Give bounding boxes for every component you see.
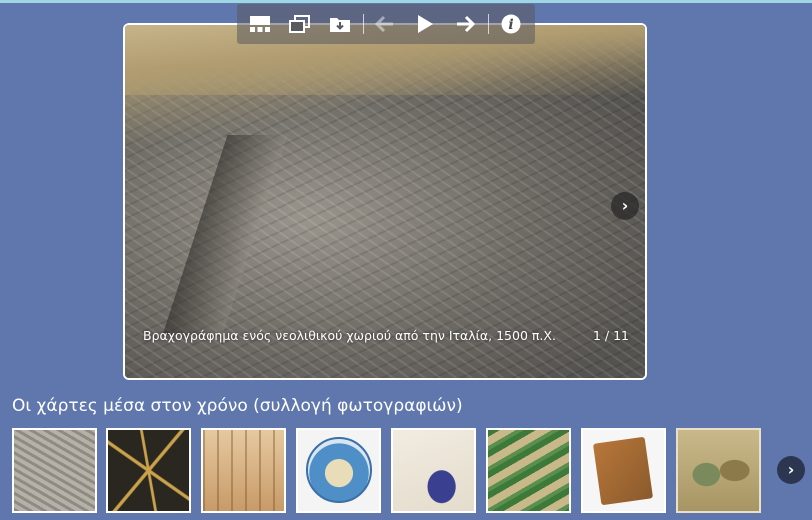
thumbnail-6[interactable] bbox=[486, 428, 571, 513]
top-accent-line bbox=[0, 0, 812, 3]
arrow-left-icon bbox=[374, 15, 393, 33]
toolbar-separator bbox=[363, 14, 364, 34]
globe-map-image bbox=[306, 437, 372, 503]
parchment-map-image bbox=[592, 436, 654, 506]
photo-counter: 1 / 11 bbox=[592, 328, 629, 343]
thumbnail-8[interactable] bbox=[676, 428, 761, 513]
chevron-right-icon: › bbox=[621, 196, 629, 215]
image-viewer[interactable]: Βραχογράφημα ενός νεολιθικού χωριού από … bbox=[123, 23, 647, 380]
fullscreen-button[interactable] bbox=[288, 12, 312, 36]
thumbnail-5[interactable] bbox=[391, 428, 476, 513]
play-icon bbox=[418, 15, 433, 33]
svg-text:i: i bbox=[508, 17, 513, 33]
viewer-toolbar: i bbox=[237, 4, 535, 44]
play-button[interactable] bbox=[413, 12, 437, 36]
chevron-right-icon: › bbox=[787, 460, 795, 479]
grid-icon bbox=[250, 16, 270, 32]
previous-button[interactable] bbox=[373, 12, 397, 36]
photo-ridge bbox=[162, 135, 288, 335]
gallery-title: Οι χάρτες μέσα στον χρόνο (συλλογή φωτογ… bbox=[12, 396, 463, 416]
info-icon: i bbox=[501, 14, 521, 34]
thumbnail-2[interactable] bbox=[106, 428, 191, 513]
thumbnail-4[interactable] bbox=[296, 428, 381, 513]
info-button[interactable]: i bbox=[499, 12, 523, 36]
thumbnails-next-button[interactable]: › bbox=[777, 456, 805, 484]
thumbnail-3[interactable] bbox=[201, 428, 286, 513]
toolbar-separator bbox=[488, 14, 489, 34]
arrow-right-icon bbox=[457, 15, 476, 33]
thumbnails-button[interactable] bbox=[248, 12, 272, 36]
next-button[interactable] bbox=[453, 12, 477, 36]
window-icon bbox=[289, 15, 310, 33]
photo-caption: Βραχογράφημα ενός νεολιθικού χωριού από … bbox=[143, 328, 556, 343]
download-button[interactable] bbox=[328, 12, 352, 36]
thumbnail-7[interactable] bbox=[581, 428, 666, 513]
viewer-next-button[interactable]: › bbox=[611, 192, 639, 220]
folder-download-icon bbox=[330, 18, 350, 32]
thumbnail-1[interactable] bbox=[12, 428, 97, 513]
